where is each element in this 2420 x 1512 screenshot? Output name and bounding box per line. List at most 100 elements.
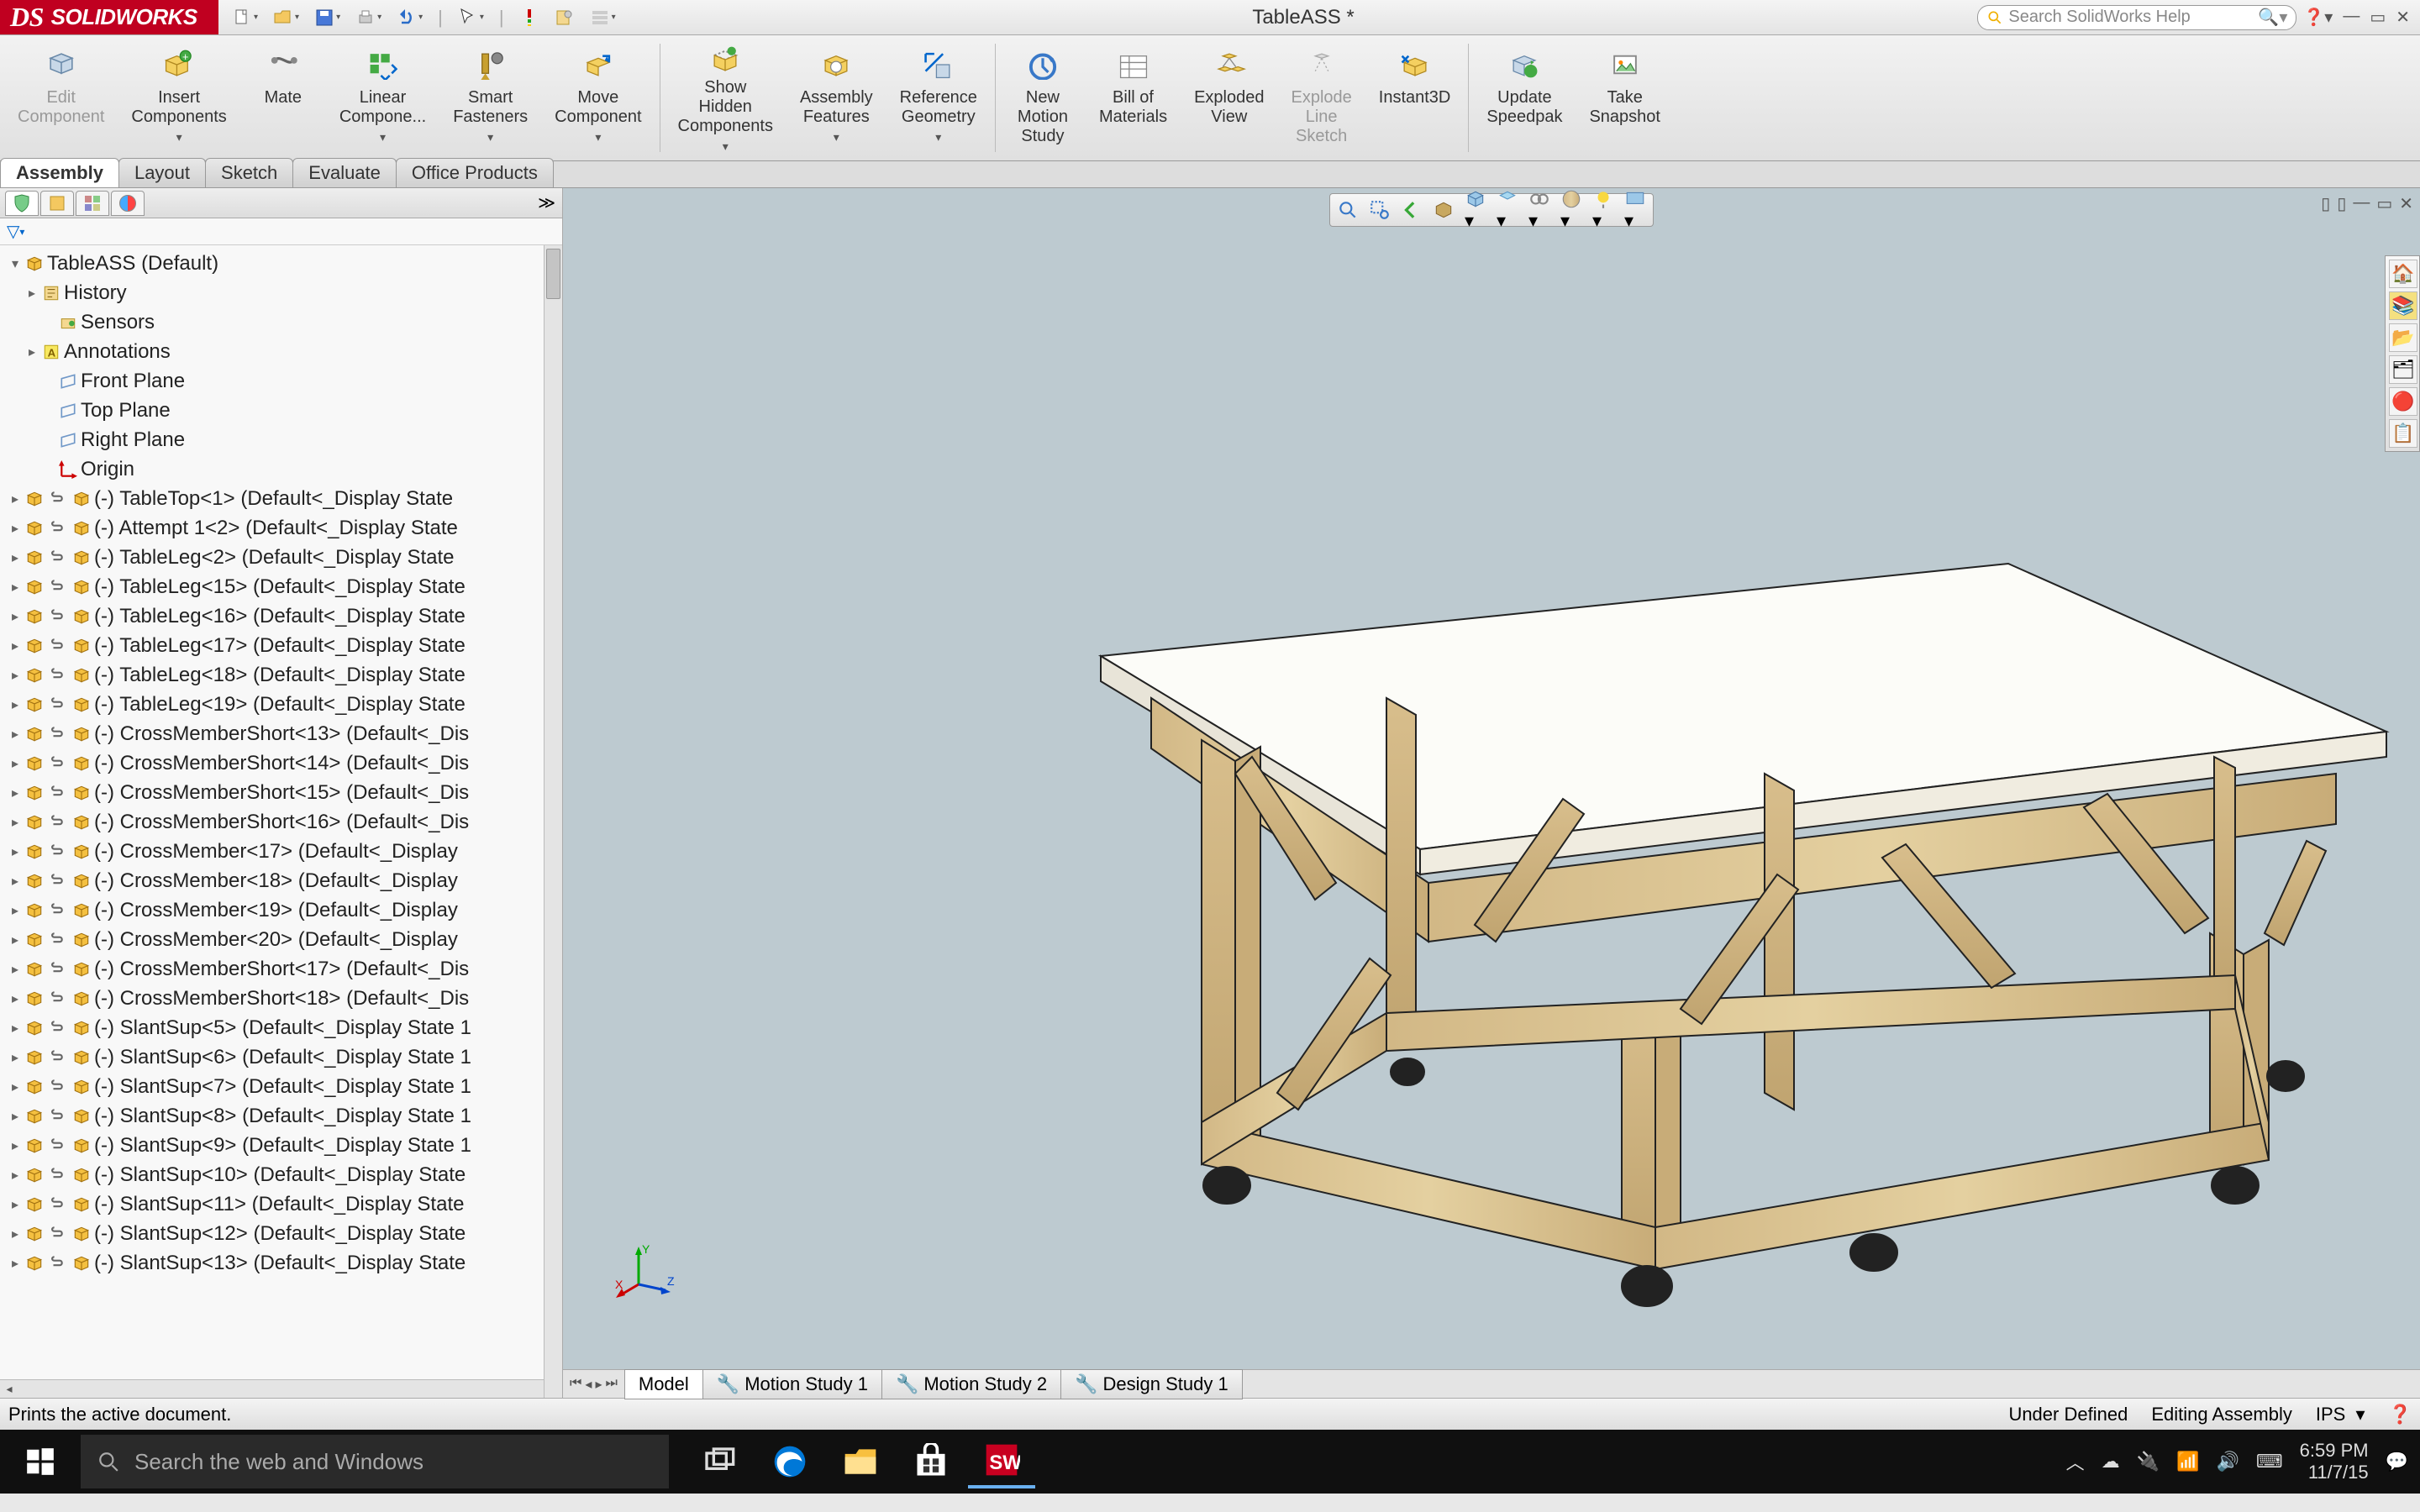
tree-part-label[interactable]: (-) CrossMemberShort<16> (Default<_Dis <box>94 811 469 834</box>
tree-filter[interactable]: ▽▾ <box>0 218 562 245</box>
qat-rebuild-button[interactable] <box>519 8 539 28</box>
tree-item-label[interactable]: Annotations <box>64 340 171 364</box>
tree-item-annotations[interactable]: ▸AAnnotations <box>0 337 562 366</box>
ribbon-reference-button[interactable]: ReferenceGeometry▾ <box>887 39 990 157</box>
ribbon-take-button[interactable]: TakeSnapshot <box>1576 39 1673 157</box>
tree-part-label[interactable]: (-) CrossMemberShort<15> (Default<_Dis <box>94 781 469 805</box>
tree-part[interactable]: ▸(-) SlantSup<6> (Default<_Display State… <box>0 1042 562 1072</box>
tree-part[interactable]: ▸ (-) SlantSup<13> (Default<_Display Stat… <box>0 1248 562 1278</box>
expand-icon[interactable]: ▸ <box>7 902 24 919</box>
help-search-input[interactable]: Search SolidWorks Help 🔍▾ <box>1977 5 2296 30</box>
tree-part-label[interactable]: (-) CrossMemberShort<14> (Default<_Dis <box>94 752 469 775</box>
tree-part[interactable]: ▸(-) Attempt 1<2> (Default<_Display Stat… <box>0 513 562 543</box>
tree-scrollbar-vertical[interactable] <box>544 245 562 1398</box>
tree-part[interactable]: ▸(-) CrossMemberShort<18> (Default<_Dis <box>0 984 562 1013</box>
tree-part-label[interactable]: (-) TableLeg<16> (Default<_Display State <box>94 605 466 628</box>
qat-print-button[interactable]: ▾ <box>355 8 381 28</box>
tree-part[interactable]: ▸ (-) CrossMemberShort<15> (Default<_Dis <box>0 778 562 807</box>
ribbon-move-button[interactable]: MoveComponent▾ <box>542 39 654 157</box>
tree-part-label[interactable]: (-) CrossMember<20> (Default<_Display <box>94 928 458 952</box>
tree-part-label[interactable]: (-) SlantSup<6> (Default<_Display State … <box>94 1046 471 1069</box>
tree-item-label[interactable]: History <box>64 281 127 305</box>
taskpane-custom-props[interactable]: 📋 <box>2389 419 2417 448</box>
tab-assembly[interactable]: Assembly <box>0 158 119 187</box>
ribbon-show-button[interactable]: ShowHiddenComponents▾ <box>666 39 786 157</box>
tree-part[interactable]: ▸(-) CrossMember<17> (Default<_Display <box>0 837 562 866</box>
expand-icon[interactable]: ▸ <box>7 608 24 625</box>
tree-part[interactable]: ▸(-) TableTop<1> (Default<_Display State <box>0 484 562 513</box>
tree-tab-property[interactable] <box>40 191 74 216</box>
expand-icon[interactable]: ▸ <box>7 638 24 654</box>
prev-view-button[interactable] <box>1401 199 1423 221</box>
tree-part-label[interactable]: (-) SlantSup<10> (Default<_Display State <box>94 1163 466 1187</box>
view-orient-button[interactable]: ▾ <box>1465 188 1486 232</box>
taskpane-file-explorer[interactable]: 📂 <box>2389 323 2417 352</box>
qat-more-button[interactable]: ▾ <box>590 8 616 28</box>
tree-item-origin[interactable]: Origin <box>0 454 562 484</box>
tree-part[interactable]: ▸ (-) SlantSup<8> (Default<_Display State… <box>0 1101 562 1131</box>
expand-icon[interactable]: ▸ <box>7 1167 24 1184</box>
expand-icon[interactable]: ▸ <box>7 1079 24 1095</box>
app-store[interactable] <box>897 1435 965 1488</box>
tree-item-label[interactable]: Front Plane <box>81 370 185 393</box>
expand-icon[interactable]: ▸ <box>7 785 24 801</box>
tree-part-label[interactable]: (-) CrossMemberShort<18> (Default<_Dis <box>94 987 469 1011</box>
tree-part-label[interactable]: (-) TableLeg<18> (Default<_Display State <box>94 664 466 687</box>
tree-part[interactable]: ▸(-) SlantSup<12> (Default<_Display Stat… <box>0 1219 562 1248</box>
expand-icon[interactable]: ▸ <box>7 1108 24 1125</box>
tree-part[interactable]: ▸(-) CrossMemberShort<17> (Default<_Dis <box>0 954 562 984</box>
tree-part[interactable]: ▸(-) SlantSup<11> (Default<_Display Stat… <box>0 1189 562 1219</box>
tab-layout[interactable]: Layout <box>118 158 206 187</box>
expand-icon[interactable]: ▸ <box>7 696 24 713</box>
expand-icon[interactable]: ▸ <box>7 726 24 743</box>
ribbon-smart-button[interactable]: SmartFasteners▾ <box>440 39 540 157</box>
tree-part[interactable]: ▸(-) CrossMemberShort<13> (Default<_Dis <box>0 719 562 748</box>
tree-part-label[interactable]: (-) CrossMemberShort<17> (Default<_Dis <box>94 958 469 981</box>
qat-undo-button[interactable]: ▾ <box>397 8 423 28</box>
status-units[interactable]: IPS ▾ <box>2316 1404 2365 1425</box>
tree-part-label[interactable]: (-) SlantSup<5> (Default<_Display State … <box>94 1016 471 1040</box>
expand-icon[interactable]: ▸ <box>7 873 24 890</box>
expand-icon[interactable]: ▸ <box>7 932 24 948</box>
tree-part-label[interactable]: (-) TableLeg<15> (Default<_Display State <box>94 575 466 599</box>
tree-item-front-plane[interactable]: Front Plane <box>0 366 562 396</box>
tree-part[interactable]: ▸(-) CrossMember<19> (Default<_Display <box>0 895 562 925</box>
viewport-restore[interactable]: ▭ <box>2376 193 2392 214</box>
tree-item-history[interactable]: ▸ History <box>0 278 562 307</box>
expand-icon[interactable]: ▸ <box>7 1255 24 1272</box>
tree-part[interactable]: ▸(-) TableLeg<2> (Default<_Display State <box>0 543 562 572</box>
ribbon-new-button[interactable]: NewMotionStudy <box>1001 39 1085 157</box>
tray-keyboard-icon[interactable]: ⌨ <box>2256 1451 2283 1473</box>
tree-part[interactable]: ▸(-) SlantSup<7> (Default<_Display State… <box>0 1072 562 1101</box>
tree-part[interactable]: ▸ (-) TableLeg<18> (Default<_Display Stat… <box>0 660 562 690</box>
tree-tab-display[interactable] <box>111 191 145 216</box>
tree-part-label[interactable]: (-) SlantSup<11> (Default<_Display State <box>94 1193 464 1216</box>
tree-item-label[interactable]: Top Plane <box>81 399 171 423</box>
expand-icon[interactable]: ▸ <box>7 1226 24 1242</box>
expand-icon[interactable]: ▸ <box>7 667 24 684</box>
apply-scene-button[interactable]: ▾ <box>1592 188 1614 232</box>
ribbon-assembly-button[interactable]: AssemblyFeatures▾ <box>787 39 886 157</box>
tree-part-label[interactable]: (-) SlantSup<9> (Default<_Display State … <box>94 1134 471 1158</box>
expand-icon[interactable]: ▸ <box>24 285 40 302</box>
bottom-tab-motion-study-2[interactable]: 🔧Motion Study 2 <box>881 1369 1061 1399</box>
tree-part[interactable]: ▸ (-) TableLeg<16> (Default<_Display Stat… <box>0 601 562 631</box>
zoom-area-button[interactable] <box>1369 199 1391 221</box>
zoom-fit-button[interactable] <box>1337 199 1359 221</box>
tray-clock[interactable]: 6:59 PM 11/7/15 <box>2300 1440 2369 1484</box>
tree-item-label[interactable]: Right Plane <box>81 428 185 452</box>
tree-tab-config[interactable] <box>76 191 109 216</box>
hide-show-button[interactable]: ▾ <box>1528 188 1550 232</box>
app-edge[interactable] <box>756 1435 823 1488</box>
tree-part-label[interactable]: (-) SlantSup<8> (Default<_Display State … <box>94 1105 471 1128</box>
viewport-ctl-2[interactable]: ▯ <box>2337 193 2346 214</box>
expand-icon[interactable]: ▸ <box>7 1020 24 1037</box>
tree-part-label[interactable]: (-) SlantSup<13> (Default<_Display State <box>94 1252 466 1275</box>
taskpane-view-palette[interactable]: 🗂 <box>2389 355 2417 384</box>
qat-save-button[interactable]: ▾ <box>314 8 340 28</box>
tree-part[interactable]: ▸(-) CrossMember<18> (Default<_Display <box>0 866 562 895</box>
ribbon-linear-button[interactable]: LinearCompone...▾ <box>327 39 439 157</box>
tray-expand[interactable]: ︿ <box>2066 1448 2085 1475</box>
task-view-button[interactable] <box>686 1435 753 1488</box>
tree-scrollbar-horizontal[interactable]: ◂▸ <box>0 1379 562 1398</box>
